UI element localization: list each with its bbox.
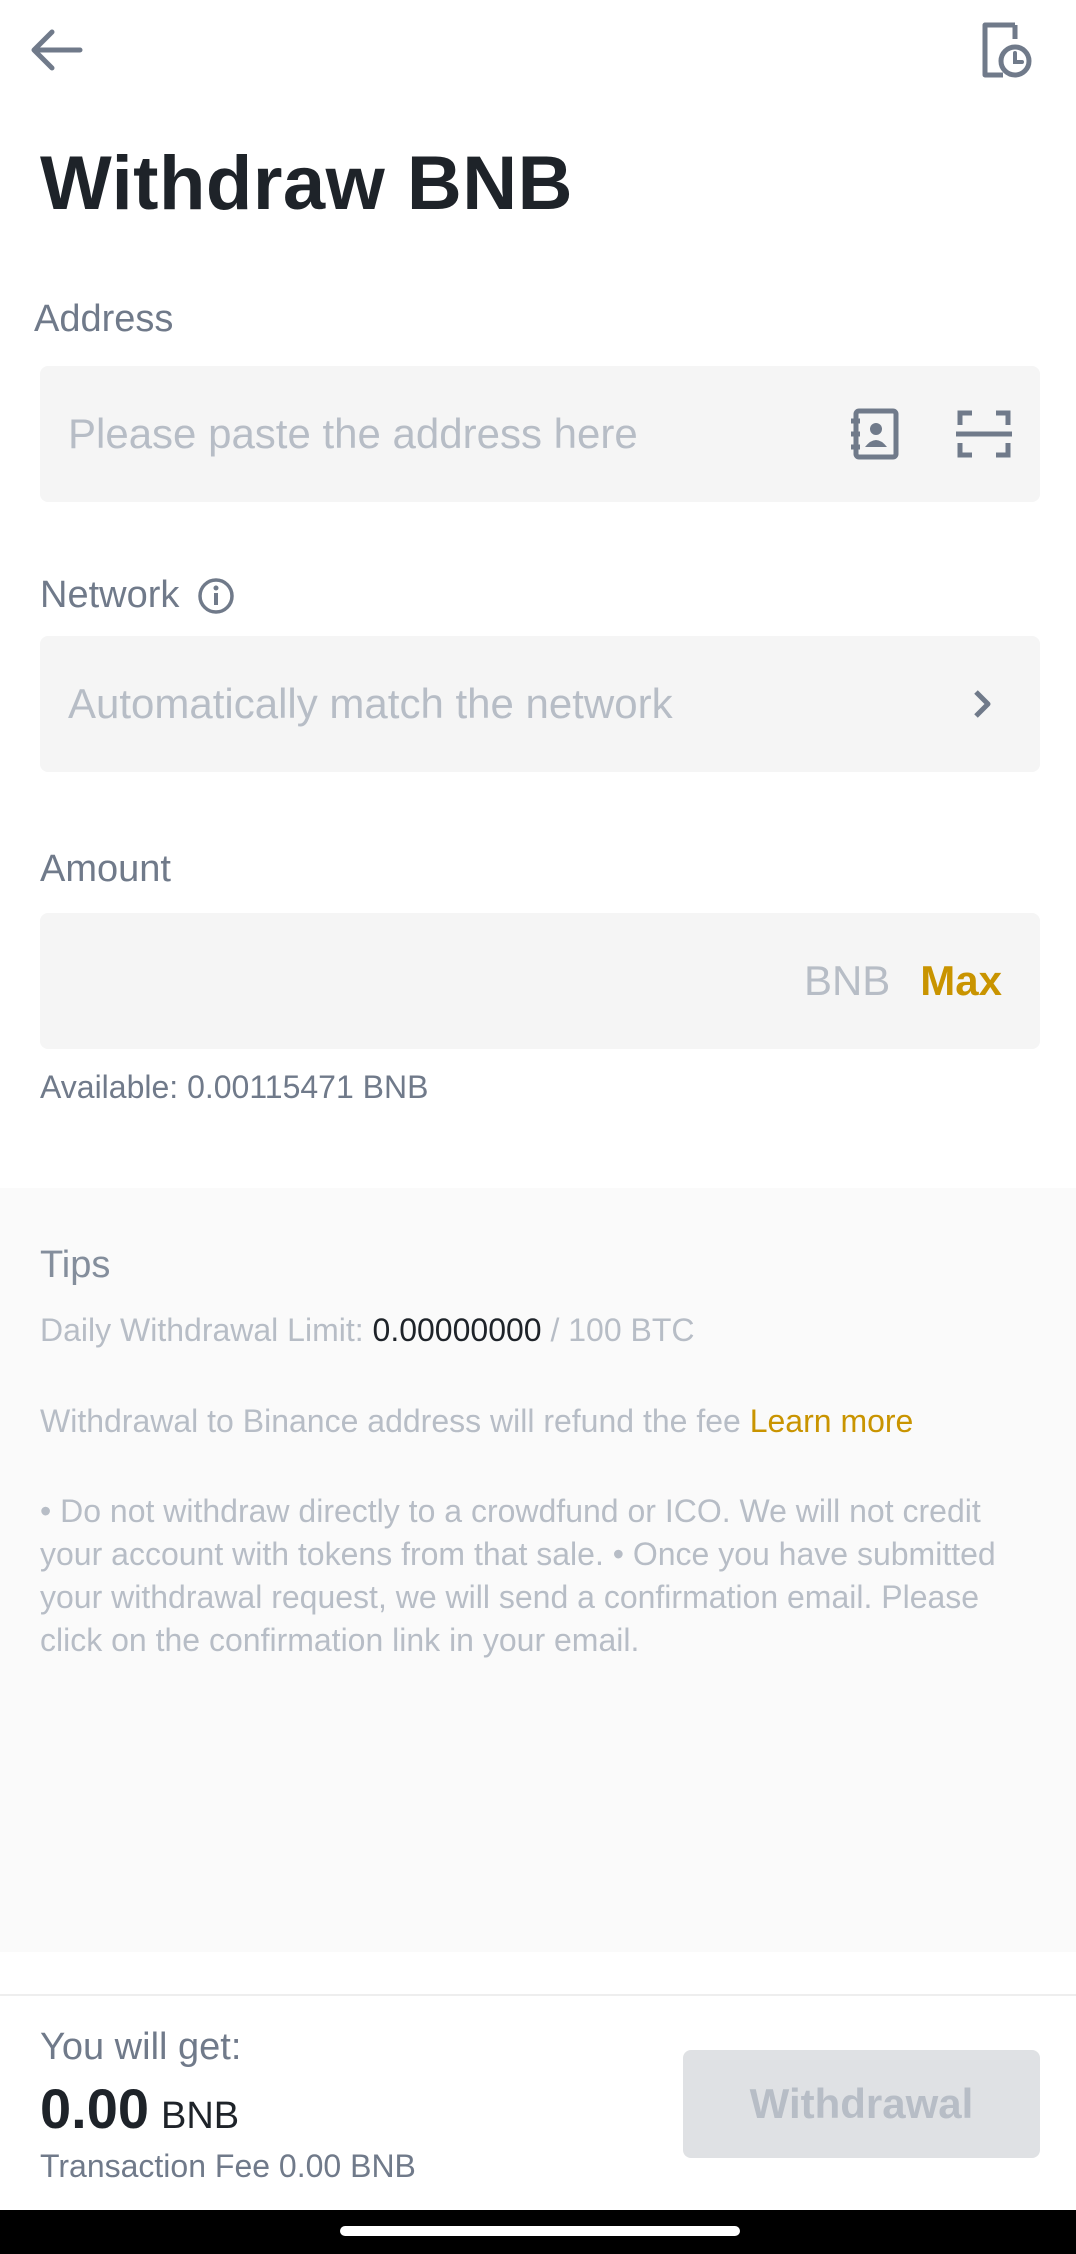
amount-unit: BNB <box>803 957 891 1004</box>
home-indicator[interactable] <box>340 2226 740 2236</box>
back-button[interactable] <box>28 22 108 78</box>
arrow-left-icon <box>31 29 83 71</box>
max-button[interactable]: Max <box>920 957 1002 1005</box>
available-balance: Available: 0.00115471 BNB <box>40 1069 429 1105</box>
network-placeholder: Automatically match the network <box>68 680 673 727</box>
daily-limit-total: / 100 BTC <box>541 1312 695 1348</box>
fee-label: Transaction Fee <box>40 2148 271 2184</box>
you-will-get-value: 0.00 BNB <box>40 2076 239 2141</box>
network-label-row: Network <box>40 574 235 617</box>
you-will-get-label: You will get: <box>40 2026 242 2068</box>
withdrawal-button[interactable]: Withdrawal <box>683 2050 1040 2158</box>
address-field[interactable]: Please paste the address here <box>40 366 1040 502</box>
amount-input[interactable]: BNB Max <box>40 913 1040 1049</box>
withdrawal-notes: • Do not withdraw directly to a crowdfun… <box>40 1493 996 1658</box>
amount-label: Amount <box>40 848 171 890</box>
receive-amount: 0.00 <box>40 2077 149 2140</box>
refund-text: Withdrawal to Binance address will refun… <box>40 1403 750 1439</box>
address-input[interactable]: Please paste the address here <box>68 410 848 458</box>
withdrawal-history-button[interactable] <box>976 18 1036 82</box>
tips-title: Tips <box>40 1244 111 1286</box>
refund-note: Withdrawal to Binance address will refun… <box>40 1403 913 1440</box>
network-label: Network <box>40 574 180 616</box>
daily-limit-label: Daily Withdrawal Limit: <box>40 1312 373 1348</box>
address-label: Address <box>34 298 174 340</box>
history-document-icon <box>982 22 1032 78</box>
daily-limit-used: 0.00000000 <box>372 1312 542 1348</box>
page-title: Withdraw BNB <box>40 141 574 226</box>
chevron-right-icon <box>974 690 991 718</box>
network-selector[interactable]: Automatically match the network <box>40 636 1040 772</box>
learn-more-link[interactable]: Learn more <box>750 1403 914 1439</box>
receive-unit: BNB <box>161 2095 240 2137</box>
scan-icon[interactable] <box>956 409 1012 459</box>
fee-value: 0.00 BNB <box>278 2148 416 2184</box>
daily-limit: Daily Withdrawal Limit: 0.00000000 / 100… <box>40 1312 695 1349</box>
info-icon[interactable] <box>197 577 235 615</box>
footer-divider <box>0 1994 1076 1996</box>
address-book-icon[interactable] <box>848 407 900 461</box>
transaction-fee: Transaction Fee 0.00 BNB <box>40 2148 416 2185</box>
